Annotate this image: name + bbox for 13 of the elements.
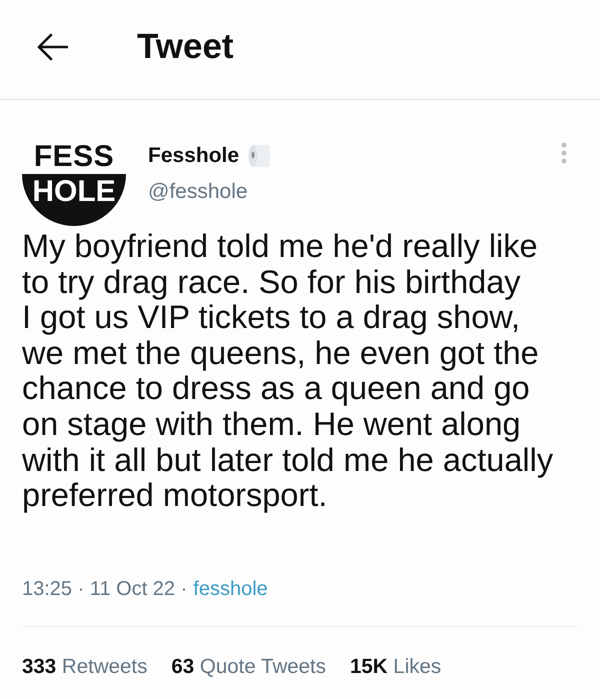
toilet-paper-icon [247, 143, 272, 169]
tweet-text: My boyfriend told me he'd really like to try drag race. So for his birthday I got us VIP tickets to a drag show, we met the queens, he even got the chance to dress as a queen and go on stage with them. He went along with it all but later told me he actually preferred motorsport. [22, 229, 554, 514]
page-title: Tweet [137, 26, 234, 66]
logo-text: FESS [34, 142, 114, 172]
stat-link[interactable]: 15K Likes [350, 654, 442, 680]
back-arrow-icon [37, 32, 68, 60]
stat-link[interactable]: 63 Quote Tweets [171, 654, 326, 680]
author-handle[interactable]: @fesshole [148, 178, 248, 206]
tweet-timestamp: 13:25 · 11 Oct 22 · [22, 576, 188, 602]
author-name[interactable]: Fesshole [148, 142, 240, 170]
stat-link[interactable]: 333 Retweets [22, 654, 148, 680]
logo-emblem: HOLE [22, 174, 126, 226]
back-button[interactable] [35, 30, 70, 62]
